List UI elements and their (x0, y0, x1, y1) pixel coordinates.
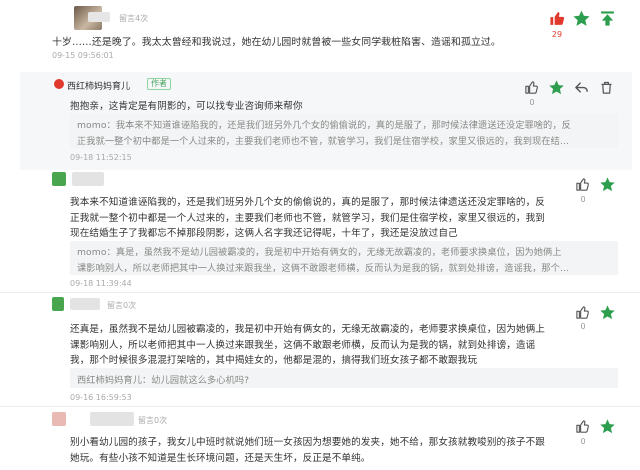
author-name[interactable]: 西红柿妈妈育儿 (67, 79, 130, 92)
author-tag: 作者 (147, 78, 171, 90)
comment-text: 课影响别人，所以老师把其中一人换过来跟我坐，这俩不敢跟老师横，反而认为是我的锅，… (70, 340, 536, 351)
comment-thread: { "colors": {"green":"#2d9e4d","red":"#e… (0, 0, 640, 470)
comment-text: 别小看幼儿园的孩子，我女儿中班时就说她们班一女孩因为想要她的发夹，她不给，那女孩… (70, 437, 545, 448)
divider (0, 406, 640, 407)
star-icon[interactable] (572, 9, 591, 28)
comment-date: 09-18 11:39:44 (70, 279, 132, 288)
avatar[interactable] (52, 172, 66, 186)
comment-count: 留言4次 (119, 14, 149, 23)
like-count: 0 (580, 437, 586, 446)
comment-count: 留言0次 (138, 416, 168, 425)
like-outline-icon[interactable] (575, 177, 590, 192)
quoted-text: 课影响别人，所以老师把其中一人换过来跟我坐，这俩不敢跟老师横，反而认为是我的锅，… (77, 263, 570, 274)
comment-text: 我本来不知道谁诬陷我的，还是我们班另外几个女的偷偷说的，真的是服了，那时候法律遗… (70, 197, 545, 208)
reply-icon[interactable] (574, 80, 589, 95)
quoted-text: 西红柿妈妈育儿：幼儿园就这么多心机吗? (77, 375, 250, 386)
comment-text: 还真是，虽然我不是幼儿园被霸凌的，我是初中开始有俩女的，无缘无故霸凌的，老师要求… (70, 324, 545, 335)
comment-date: 09-18 11:52:15 (70, 153, 132, 162)
comment-text: 我，那个时候很多混混打架啥的，其中揭娃女的，他都是混的，搞得我们班女孩子都不敢跟… (70, 355, 478, 366)
comment-text: 现在结婚生子了我都忘不掉那段阴影，这俩人名字我还记得呢，十年了，我还是没放过自己 (70, 228, 458, 239)
divider (0, 292, 640, 293)
username-blurred (88, 12, 110, 22)
star-icon[interactable] (599, 304, 616, 321)
quoted-text: 正我就一整个初中都是一个人过来的，主要我们老师也不管，就管学习，我们是住宿学校，… (77, 136, 570, 147)
like-count: 0 (529, 98, 535, 107)
star-icon[interactable] (599, 176, 616, 193)
like-outline-icon[interactable] (575, 419, 590, 434)
like-outline-icon[interactable] (575, 305, 590, 320)
like-count: 0 (580, 195, 586, 204)
avatar[interactable] (52, 412, 66, 426)
quoted-text: momo：真是，虽然我不是幼儿园被霸凌的，我是初中开始有俩女的，无缘无故霸凌的，… (77, 247, 562, 258)
comment-date: 09-15 09:56:01 (52, 51, 114, 60)
username-blurred (72, 172, 104, 186)
like-count: 0 (580, 322, 586, 331)
avatar[interactable] (52, 297, 64, 311)
like-outline-icon[interactable] (524, 80, 539, 95)
comment-date: 09-16 16:59:53 (70, 393, 132, 402)
star-icon[interactable] (599, 418, 616, 435)
comment-text: 她玩。有些小孩不知道是生长环境问题，还是天生坏，反正是不单纯。 (70, 453, 371, 464)
star-icon[interactable] (548, 79, 565, 96)
pin-top-icon[interactable] (599, 10, 616, 27)
username-blurred (90, 412, 134, 426)
username-blurred (70, 298, 100, 310)
reply-text: 抱抱亲，这肯定是有阴影的，可以找专业咨询师来帮你 (70, 101, 303, 112)
comment-text: 十岁……还是晚了。我太太曾经和我说过，她在幼儿园时就曾被一些女同学栽桩陷害、造谣… (52, 37, 501, 48)
comment-text: 正我就一整个初中都是一个人过来的，主要我们老师也不管，就管学习，我们是住宿学校，… (70, 213, 545, 224)
delete-icon[interactable] (599, 80, 614, 95)
like-icon[interactable] (549, 10, 566, 27)
like-count: 29 (551, 30, 563, 39)
quoted-text: momo：我本来不知道谁诬陷我的，还是我们班另外几个女的偷偷说的，真的是服了，那… (77, 120, 571, 131)
comment-count: 留言0次 (107, 301, 137, 310)
author-avatar[interactable] (54, 79, 64, 89)
